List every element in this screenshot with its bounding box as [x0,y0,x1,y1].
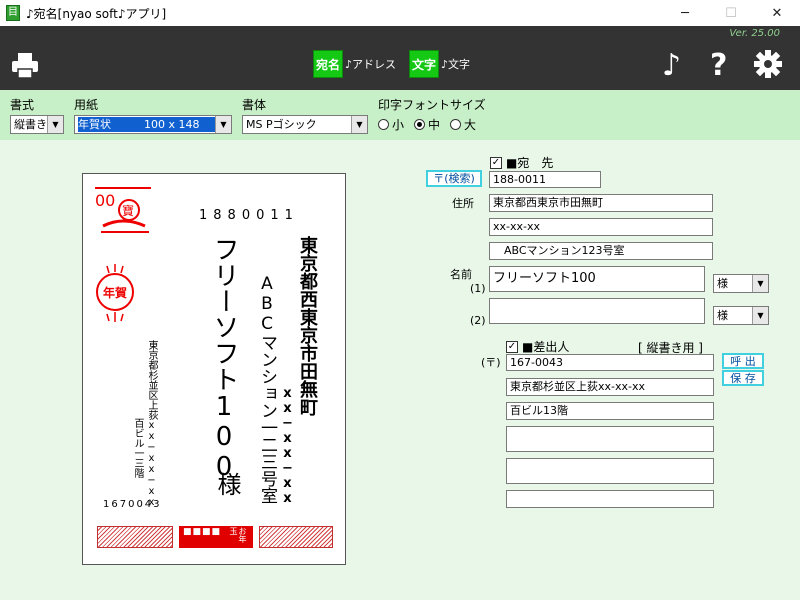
radio-dot [450,119,462,130]
checkbox-checked-icon: ✓ [490,156,502,169]
fontsize-small-radio[interactable]: 小 [378,116,404,133]
style-select[interactable]: 縦書き ▼ [10,115,64,134]
recipient-address3-field[interactable]: ABCマンション123号室 [489,242,713,260]
app-icon: 目 [6,5,20,21]
radio-dot [378,119,389,130]
recipient-name2-field[interactable] [489,298,705,324]
music-note-icon[interactable]: ♪ [662,48,681,83]
address-mode-icon: 宛名 [313,50,343,78]
help-icon[interactable]: ? [710,48,727,83]
card-recipient-name: フリーソフト100 [209,236,239,482]
stamp-icon: 00 寶 [95,187,151,233]
name1-index: (1) [470,282,486,295]
recipient-name1-field[interactable]: フリーソフト100 [489,266,705,292]
card-postal-code: 1880011 [199,208,299,223]
call-button[interactable]: 呼 出 [722,353,764,369]
font-select-value: MS Pゴシック [246,118,317,131]
zip-search-button[interactable]: 〒(検索) [426,170,482,187]
style-select-value: 縦書き [14,118,47,131]
chevron-down-icon: ▼ [752,307,768,324]
svg-text:00: 00 [95,191,115,210]
card-recipient-address1: 東京都西東京市田無町 [297,236,318,416]
postcard-preview: 00 寶 年賀 1880011 東京都西東京市田無町 xx−xx−xx ABCマ… [82,173,346,565]
recipient-zip-field[interactable]: 188-0011 [489,171,601,188]
svg-text:寶: 寶 [122,203,134,218]
card-recipient-address3: ABCマンション一二三号室 [257,274,277,504]
paper-select[interactable]: 年賀状 100 x 148 ▼ [74,115,232,134]
options-bar: 書式 縦書き ▼ 用紙 年賀状 100 x 148 ▼ 書体 MS Pゴシック … [0,90,800,140]
card-recipient-address2: xx−xx−xx [280,386,295,506]
fontsize-label: 印字フォントサイズ [378,98,486,112]
maximize-button: ☐ [725,5,737,21]
name2-index: (2) [470,314,486,327]
nenga-mark-icon: 年賀 [96,264,134,322]
window-title: ♪宛名[nyao soft♪アプリ] [26,6,167,21]
checkbox-checked-icon: ✓ [506,340,518,353]
recipient-checkbox[interactable]: ✓ ■宛 先 [490,154,553,171]
sender-address2-field[interactable]: 百ビル13階 [506,402,714,420]
honorific2-select[interactable]: 様 ▼ [713,306,769,325]
sender-address1-field[interactable]: 東京都杉並区上荻xx-xx-xx [506,378,714,396]
card-sender-address1: 東京都杉並区上荻xx−xx−xx [146,340,157,508]
title-bar: 目 ♪宛名[nyao soft♪アプリ] ─ ☐ ✕ [0,0,800,26]
style-label: 書式 [10,98,35,112]
font-select[interactable]: MS Pゴシック ▼ [242,115,368,134]
chevron-down-icon: ▼ [752,275,768,292]
paper-label: 用紙 [74,98,99,112]
sender-address5-field[interactable] [506,490,714,508]
chevron-down-icon: ▼ [47,116,63,133]
text-mode-label: ♪文字 [441,58,471,71]
minimize-button[interactable]: ─ [662,0,708,26]
card-sender-zip: 1670043 [103,499,162,510]
font-label: 書体 [242,98,267,112]
settings-gear-icon[interactable] [754,50,782,78]
card-honorific: 様 [213,472,241,496]
address-label: 住所 [452,197,474,210]
text-mode-button[interactable]: 文字 ♪文字 [409,50,470,78]
toolbar: Ver. 25.00 宛名 ♪アドレス 文字 ♪文字 ♪ ? [0,26,800,90]
card-stripe-left [97,526,173,548]
chevron-down-icon: ▼ [351,116,367,133]
sender-address3-field[interactable] [506,426,714,452]
print-icon[interactable] [10,50,40,80]
fontsize-radio-group: 小 中 大 [378,116,476,133]
honorific1-select[interactable]: 様 ▼ [713,274,769,293]
close-button[interactable]: ✕ [754,0,800,26]
fontsize-medium-radio[interactable]: 中 [414,116,440,133]
fontsize-large-radio[interactable]: 大 [450,116,476,133]
name-label: 名前 [450,268,472,281]
recipient-address2-field[interactable]: xx-xx-xx [489,218,713,236]
sender-checkbox[interactable]: ✓ ■差出人 [506,338,569,355]
address-mode-label: ♪アドレス [345,58,397,71]
recipient-address1-field[interactable]: 東京都西東京市田無町 [489,194,713,212]
chevron-down-icon: ▼ [215,116,231,133]
sender-zip-label: (〒) [481,356,501,369]
version-label: Ver. 25.00 [729,28,780,39]
sender-zip-field[interactable]: 167-0043 [506,354,714,371]
address-mode-button[interactable]: 宛名 ♪アドレス [313,50,396,78]
radio-dot-selected [414,119,426,130]
paper-select-value: 年賀状 100 x 148 [78,117,218,132]
sender-address4-field[interactable] [506,458,714,484]
svg-text:年賀: 年賀 [103,285,127,300]
window-controls: ─ ☐ ✕ [662,0,800,26]
card-stripe-right [259,526,333,548]
card-sender-address2: 百ビル一三階 [132,418,143,478]
text-mode-icon: 文字 [409,50,439,78]
save-button[interactable]: 保 存 [722,370,764,386]
otoshidama-mark: ■■■■ お年玉 [179,526,253,548]
